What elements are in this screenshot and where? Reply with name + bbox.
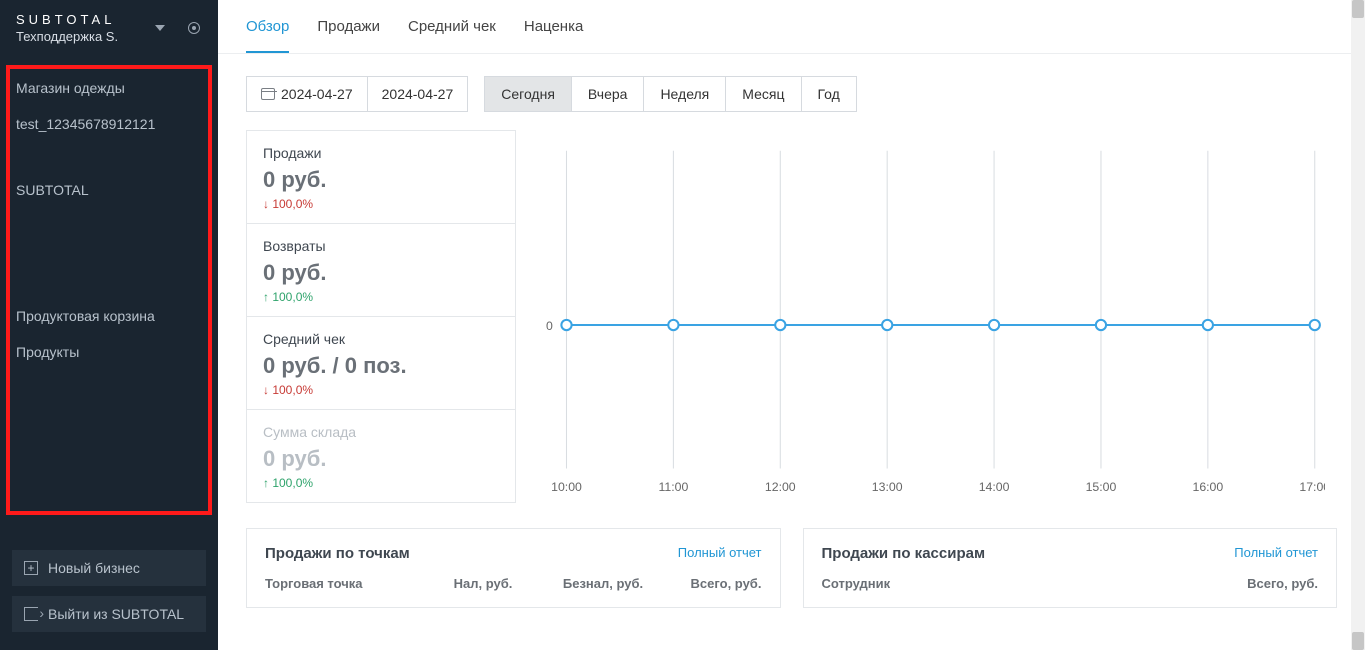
date-from-value: 2024-04-27 xyxy=(281,86,353,102)
card-title: Средний чек xyxy=(263,331,499,347)
report-title: Продажи по кассирам xyxy=(822,545,986,562)
sales-chart: 0 10:00 11:00 12:00 13:00 14:00 15:00 16:00 17:… xyxy=(536,130,1337,510)
tab-avg-check[interactable]: Средний чек xyxy=(408,18,496,53)
sidebar-footer: + Новый бизнес Выйти из SUBTOTAL xyxy=(0,540,218,650)
page-scrollbar[interactable] xyxy=(1351,0,1365,650)
report-columns: Торговая точка Нал, руб. Безнал, руб. Вс… xyxy=(247,576,780,607)
card-change: ↓ 100,0% xyxy=(263,197,499,211)
card-value: 0 руб. xyxy=(263,260,499,286)
svg-text:10:00: 10:00 xyxy=(551,480,582,494)
card-change: ↑ 100,0% xyxy=(263,290,499,304)
card-returns[interactable]: Возвраты 0 руб. ↑ 100,0% xyxy=(246,223,516,317)
chevron-down-icon[interactable] xyxy=(152,20,168,36)
date-from[interactable]: 2024-04-27 xyxy=(247,77,367,111)
card-title: Продажи xyxy=(263,145,499,161)
col-total: Всего, руб. xyxy=(672,576,761,591)
card-value: 0 руб. / 0 поз. xyxy=(263,353,499,379)
calendar-icon xyxy=(261,88,275,100)
svg-text:16:00: 16:00 xyxy=(1192,480,1223,494)
period-group: Сегодня Вчера Неделя Месяц Год xyxy=(484,76,857,112)
main-content: Обзор Продажи Средний чек Наценка 2024-0… xyxy=(218,0,1365,650)
card-avg-check[interactable]: Средний чек 0 руб. / 0 поз. ↓ 100,0% xyxy=(246,316,516,410)
card-change: ↑ 100,0% xyxy=(263,476,499,490)
card-value: 0 руб. xyxy=(263,167,499,193)
full-report-link[interactable]: Полный отчет xyxy=(678,545,762,562)
col-cash: Нал, руб. xyxy=(454,576,563,591)
date-range: 2024-04-27 2024-04-27 xyxy=(246,76,468,112)
period-week[interactable]: Неделя xyxy=(644,77,726,111)
period-yesterday[interactable]: Вчера xyxy=(572,77,645,111)
card-sales[interactable]: Продажи 0 руб. ↓ 100,0% xyxy=(246,130,516,224)
sidebar-gap xyxy=(16,238,214,268)
metric-cards: Продажи 0 руб. ↓ 100,0% Возвраты 0 руб. … xyxy=(246,130,516,510)
scroll-down-icon[interactable] xyxy=(1352,632,1364,650)
sidebar-gap xyxy=(16,208,214,238)
svg-text:14:00: 14:00 xyxy=(979,480,1010,494)
report-by-point: Продажи по точкам Полный отчет Торговая … xyxy=(246,528,781,608)
svg-text:13:00: 13:00 xyxy=(872,480,903,494)
col-employee: Сотрудник xyxy=(822,576,1120,591)
tab-margin[interactable]: Наценка xyxy=(524,18,583,53)
tab-sales[interactable]: Продажи xyxy=(317,18,380,53)
exit-button[interactable]: Выйти из SUBTOTAL xyxy=(12,596,206,632)
period-month[interactable]: Месяц xyxy=(726,77,801,111)
target-icon[interactable] xyxy=(186,20,202,36)
plus-icon: + xyxy=(24,561,38,575)
date-to[interactable]: 2024-04-27 xyxy=(367,77,468,111)
sidebar-item-basket[interactable]: Продуктовая корзина xyxy=(16,298,214,334)
sidebar-gap xyxy=(16,268,214,298)
y-zero-label: 0 xyxy=(546,319,553,333)
period-year[interactable]: Год xyxy=(802,77,856,111)
scroll-up-icon[interactable] xyxy=(1352,0,1364,18)
full-report-link[interactable]: Полный отчет xyxy=(1234,545,1318,562)
sidebar-item-subtotal[interactable]: SUBTOTAL xyxy=(16,172,214,208)
sidebar-item-products[interactable]: Продукты xyxy=(16,334,214,370)
sidebar-item-shop[interactable]: Магазин одежды xyxy=(16,70,214,106)
tab-overview[interactable]: Обзор xyxy=(246,18,289,53)
chart-svg: 0 10:00 11:00 12:00 13:00 14:00 15:00 16:00 17:… xyxy=(546,140,1325,510)
svg-text:15:00: 15:00 xyxy=(1086,480,1117,494)
period-today[interactable]: Сегодня xyxy=(485,77,572,111)
current-user: Техподдержка S. xyxy=(16,29,118,44)
date-to-value: 2024-04-27 xyxy=(382,86,454,102)
new-business-label: Новый бизнес xyxy=(48,560,140,576)
card-change: ↓ 100,0% xyxy=(263,383,499,397)
col-point: Торговая точка xyxy=(265,576,454,591)
tab-bar: Обзор Продажи Средний чек Наценка xyxy=(218,0,1365,54)
svg-text:11:00: 11:00 xyxy=(658,480,688,494)
exit-label: Выйти из SUBTOTAL xyxy=(48,606,184,622)
svg-text:12:00: 12:00 xyxy=(765,480,796,494)
toolbar: 2024-04-27 2024-04-27 Сегодня Вчера Неде… xyxy=(218,54,1365,130)
sidebar-nav: Магазин одежды test_12345678912121 SUBTO… xyxy=(0,52,218,540)
col-card: Безнал, руб. xyxy=(563,576,672,591)
new-business-button[interactable]: + Новый бизнес xyxy=(12,550,206,586)
col-total: Всего, руб. xyxy=(1119,576,1318,591)
card-stock-sum[interactable]: Сумма склада 0 руб. ↑ 100,0% xyxy=(246,409,516,503)
card-title: Возвраты xyxy=(263,238,499,254)
sidebar-item-test[interactable]: test_12345678912121 xyxy=(16,106,214,142)
card-value: 0 руб. xyxy=(263,446,499,472)
report-columns: Сотрудник Всего, руб. xyxy=(804,576,1337,607)
card-title: Сумма склада xyxy=(263,424,499,440)
report-title: Продажи по точкам xyxy=(265,545,410,562)
sidebar: SUBTOTAL Техподдержка S. Магазин одежды … xyxy=(0,0,218,650)
sidebar-header: SUBTOTAL Техподдержка S. xyxy=(0,0,218,52)
exit-icon xyxy=(24,607,38,621)
sidebar-gap xyxy=(16,142,214,172)
app-logo: SUBTOTAL xyxy=(16,12,118,27)
report-by-cashier: Продажи по кассирам Полный отчет Сотрудн… xyxy=(803,528,1338,608)
svg-text:17:00: 17:00 xyxy=(1299,480,1325,494)
